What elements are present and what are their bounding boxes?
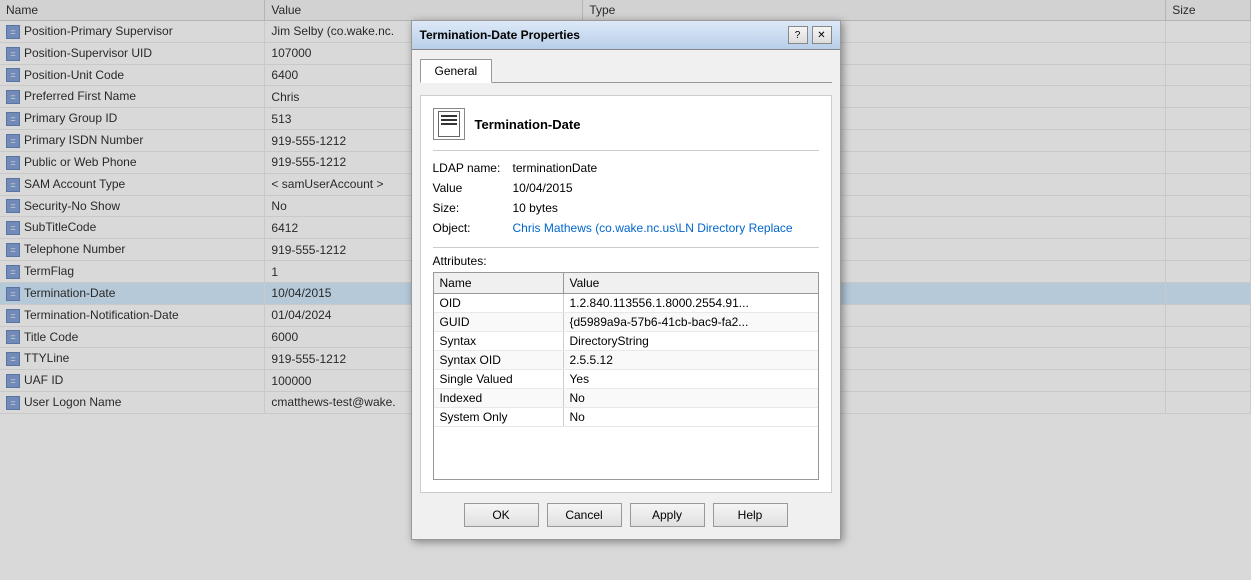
size-label: Size: (433, 201, 513, 215)
attr-value: 1.2.840.113556.1.8000.2554.91... (564, 294, 818, 312)
ldap-label: LDAP name: (433, 161, 513, 175)
close-title-button[interactable]: ✕ (812, 26, 832, 44)
object-row: Object: Chris Mathews (co.wake.nc.us\LN … (433, 221, 819, 235)
content-area: Termination-Date LDAP name: terminationD… (420, 95, 832, 493)
attr-value: DirectoryString (564, 332, 818, 350)
attr-value: No (564, 408, 818, 426)
attr-value: No (564, 389, 818, 407)
modal-overlay: Termination-Date Properties ? ✕ General (0, 0, 1251, 580)
apply-button[interactable]: Apply (630, 503, 705, 527)
modal-dialog: Termination-Date Properties ? ✕ General (411, 20, 841, 540)
attr-row[interactable]: Single ValuedYes (434, 370, 818, 389)
attr-name: Indexed (434, 389, 564, 407)
attr-name: Single Valued (434, 370, 564, 388)
modal-title: Termination-Date Properties (420, 28, 580, 42)
attr-name: Syntax OID (434, 351, 564, 369)
attr-row[interactable]: System OnlyNo (434, 408, 818, 427)
attr-row[interactable]: IndexedNo (434, 389, 818, 408)
ok-button[interactable]: OK (464, 503, 539, 527)
attr-name: Syntax (434, 332, 564, 350)
attributes-table: Name Value OID1.2.840.113556.1.8000.2554… (433, 272, 819, 480)
dialog-buttons: OK Cancel Apply Help (420, 493, 832, 531)
attr-col-name: Name (434, 273, 564, 293)
modal-titlebar: Termination-Date Properties ? ✕ (412, 21, 840, 50)
value-value: 10/04/2015 (513, 181, 819, 195)
cancel-button[interactable]: Cancel (547, 503, 622, 527)
tab-general[interactable]: General (420, 59, 493, 83)
property-title: Termination-Date (475, 117, 581, 132)
attr-row[interactable]: SyntaxDirectoryString (434, 332, 818, 351)
attributes-header: Name Value (434, 273, 818, 294)
attr-value: 2.5.5.12 (564, 351, 818, 369)
attr-name: GUID (434, 313, 564, 331)
help-title-button[interactable]: ? (788, 26, 808, 44)
ldap-value: terminationDate (513, 161, 819, 175)
separator (433, 247, 819, 248)
attr-value: Yes (564, 370, 818, 388)
size-row: Size: 10 bytes (433, 201, 819, 215)
size-value: 10 bytes (513, 201, 819, 215)
value-row: Value 10/04/2015 (433, 181, 819, 195)
attr-row[interactable]: OID1.2.840.113556.1.8000.2554.91... (434, 294, 818, 313)
value-label: Value (433, 181, 513, 195)
attributes-label: Attributes: (433, 254, 819, 268)
object-label: Object: (433, 221, 513, 235)
attributes-body[interactable]: OID1.2.840.113556.1.8000.2554.91...GUID{… (434, 294, 818, 479)
ldap-row: LDAP name: terminationDate (433, 161, 819, 175)
object-value[interactable]: Chris Mathews (co.wake.nc.us\LN Director… (513, 221, 819, 235)
attr-name: OID (434, 294, 564, 312)
tab-strip: General (420, 58, 832, 83)
attr-col-value: Value (564, 273, 818, 293)
header-section: Termination-Date (433, 108, 819, 151)
help-button[interactable]: Help (713, 503, 788, 527)
doc-icon (433, 108, 465, 140)
attr-value: {d5989a9a-57b6-41cb-bac9-fa2... (564, 313, 818, 331)
main-window: Name Value Type Size =Position-Primary S… (0, 0, 1251, 580)
modal-body: General Termination-Date (412, 50, 840, 539)
attr-row[interactable]: GUID{d5989a9a-57b6-41cb-bac9-fa2... (434, 313, 818, 332)
attr-name: System Only (434, 408, 564, 426)
titlebar-buttons: ? ✕ (788, 26, 832, 44)
attr-row[interactable]: Syntax OID2.5.5.12 (434, 351, 818, 370)
